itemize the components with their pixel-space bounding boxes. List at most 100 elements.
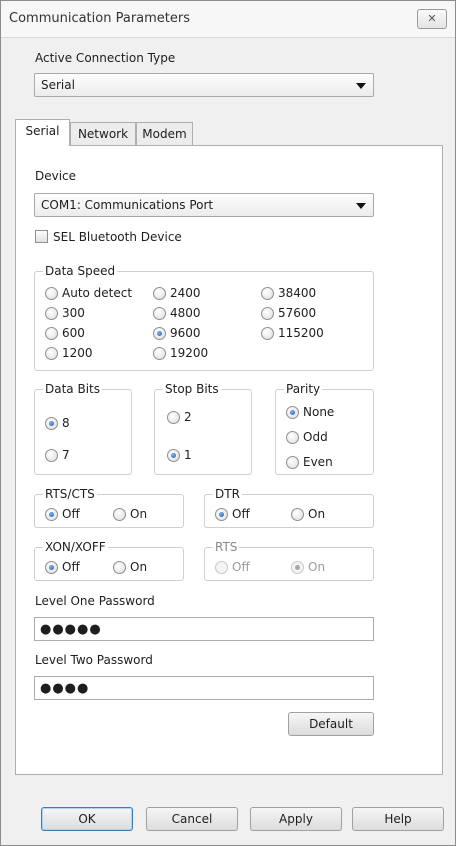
radio-label: 300	[62, 306, 85, 320]
radio-label: 4800	[170, 306, 201, 320]
data-bits-7-radio[interactable]: 7	[45, 448, 70, 462]
level-two-password-field[interactable]: ●●●●	[34, 676, 374, 700]
radio-indicator	[153, 326, 166, 340]
parity-none-radio[interactable]: None	[286, 405, 334, 419]
radio-indicator	[113, 507, 126, 521]
close-button[interactable]: ✕	[417, 9, 447, 29]
rts-off-radio: Off	[215, 560, 250, 574]
speed-4800-radio[interactable]: 4800	[153, 306, 201, 320]
cancel-button[interactable]: Cancel	[146, 807, 238, 831]
speed-1200-radio[interactable]: 1200	[45, 346, 93, 360]
radio-indicator	[45, 306, 58, 320]
xon-xoff-on-radio[interactable]: On	[113, 560, 147, 574]
chevron-down-icon	[356, 83, 366, 89]
bluetooth-checkbox[interactable]	[35, 230, 48, 243]
speed-57600-radio[interactable]: 57600	[261, 306, 316, 320]
level-two-password-value: ●●●●	[40, 681, 90, 696]
radio-indicator	[215, 507, 228, 521]
title-bar[interactable]: Communication Parameters ✕	[1, 1, 455, 38]
radio-indicator	[153, 306, 166, 320]
radio-indicator	[153, 286, 166, 300]
radio-indicator	[45, 448, 58, 462]
radio-label: Off	[232, 560, 250, 574]
speed-9600-radio[interactable]: 9600	[153, 326, 201, 340]
xon-xoff-group: XON/XOFF Off On	[34, 540, 184, 581]
rts-cts-off-radio[interactable]: Off	[45, 507, 80, 521]
radio-indicator	[291, 560, 304, 574]
connection-type-value: Serial	[41, 78, 75, 92]
data-speed-group: Data Speed Auto detect 300 600 1200 2400…	[34, 264, 374, 371]
radio-label: 1	[184, 448, 192, 462]
radio-label: Even	[303, 455, 333, 469]
radio-indicator	[113, 560, 126, 574]
level-two-password-label: Level Two Password	[35, 653, 153, 667]
dtr-legend: DTR	[213, 487, 242, 501]
rts-group: RTS Off On	[204, 540, 374, 581]
dialog-window: Communication Parameters ✕ Active Connec…	[0, 0, 456, 846]
radio-indicator	[215, 560, 228, 574]
xon-xoff-off-radio[interactable]: Off	[45, 560, 80, 574]
radio-label: Off	[62, 507, 80, 521]
speed-19200-radio[interactable]: 19200	[153, 346, 208, 360]
radio-indicator	[45, 346, 58, 360]
xon-xoff-legend: XON/XOFF	[43, 540, 108, 554]
speed-2400-radio[interactable]: 2400	[153, 286, 201, 300]
device-select[interactable]: COM1: Communications Port	[34, 193, 374, 217]
radio-label: 19200	[170, 346, 209, 360]
stop-bits-legend: Stop Bits	[163, 382, 221, 396]
radio-label: 115200	[278, 326, 324, 340]
default-button[interactable]: Default	[288, 712, 374, 736]
level-one-password-field[interactable]: ●●●●●	[34, 617, 374, 641]
data-bits-legend: Data Bits	[43, 382, 102, 396]
radio-label: 57600	[278, 306, 317, 320]
stop-bits-1-radio[interactable]: 1	[167, 448, 192, 462]
speed-auto-detect-radio[interactable]: Auto detect	[45, 286, 132, 300]
data-bits-8-radio[interactable]: 8	[45, 416, 70, 430]
radio-indicator	[261, 306, 274, 320]
radio-indicator	[167, 410, 180, 424]
radio-label: 38400	[278, 286, 317, 300]
radio-label: Auto detect	[62, 286, 133, 300]
radio-indicator	[286, 430, 299, 444]
help-button[interactable]: Help	[352, 807, 444, 831]
radio-label: 7	[62, 448, 70, 462]
radio-indicator	[286, 405, 299, 419]
parity-odd-radio[interactable]: Odd	[286, 430, 328, 444]
parity-group: Parity None Odd Even	[275, 382, 374, 475]
radio-label: On	[308, 507, 326, 521]
speed-300-radio[interactable]: 300	[45, 306, 85, 320]
window-title: Communication Parameters	[9, 11, 191, 26]
radio-label: None	[303, 405, 335, 419]
radio-indicator	[167, 448, 180, 462]
apply-button[interactable]: Apply	[250, 807, 342, 831]
radio-label: 600	[62, 326, 85, 340]
data-speed-legend: Data Speed	[43, 264, 118, 278]
rts-cts-legend: RTS/CTS	[43, 487, 97, 501]
parity-even-radio[interactable]: Even	[286, 455, 333, 469]
data-bits-group: Data Bits 8 7	[34, 382, 132, 475]
ok-button[interactable]: OK	[41, 807, 133, 831]
radio-label: On	[308, 560, 326, 574]
radio-indicator	[45, 286, 58, 300]
stop-bits-2-radio[interactable]: 2	[167, 410, 192, 424]
speed-600-radio[interactable]: 600	[45, 326, 85, 340]
tab-modem[interactable]: Modem	[136, 122, 193, 146]
dtr-group: DTR Off On	[204, 487, 374, 528]
rts-cts-group: RTS/CTS Off On	[34, 487, 184, 528]
dtr-on-radio[interactable]: On	[291, 507, 325, 521]
speed-115200-radio[interactable]: 115200	[261, 326, 324, 340]
stop-bits-group: Stop Bits 2 1	[154, 382, 252, 475]
connection-type-select[interactable]: Serial	[34, 73, 374, 97]
radio-label: Odd	[303, 430, 328, 444]
bluetooth-label: SEL Bluetooth Device	[53, 230, 182, 244]
radio-indicator	[45, 416, 58, 430]
rts-cts-on-radio[interactable]: On	[113, 507, 147, 521]
tab-network[interactable]: Network	[70, 122, 136, 146]
dtr-off-radio[interactable]: Off	[215, 507, 250, 521]
radio-indicator	[45, 507, 58, 521]
tab-serial[interactable]: Serial	[15, 119, 70, 146]
chevron-down-icon	[356, 203, 366, 209]
speed-38400-radio[interactable]: 38400	[261, 286, 316, 300]
radio-label: 2400	[170, 286, 201, 300]
device-label: Device	[35, 169, 77, 183]
